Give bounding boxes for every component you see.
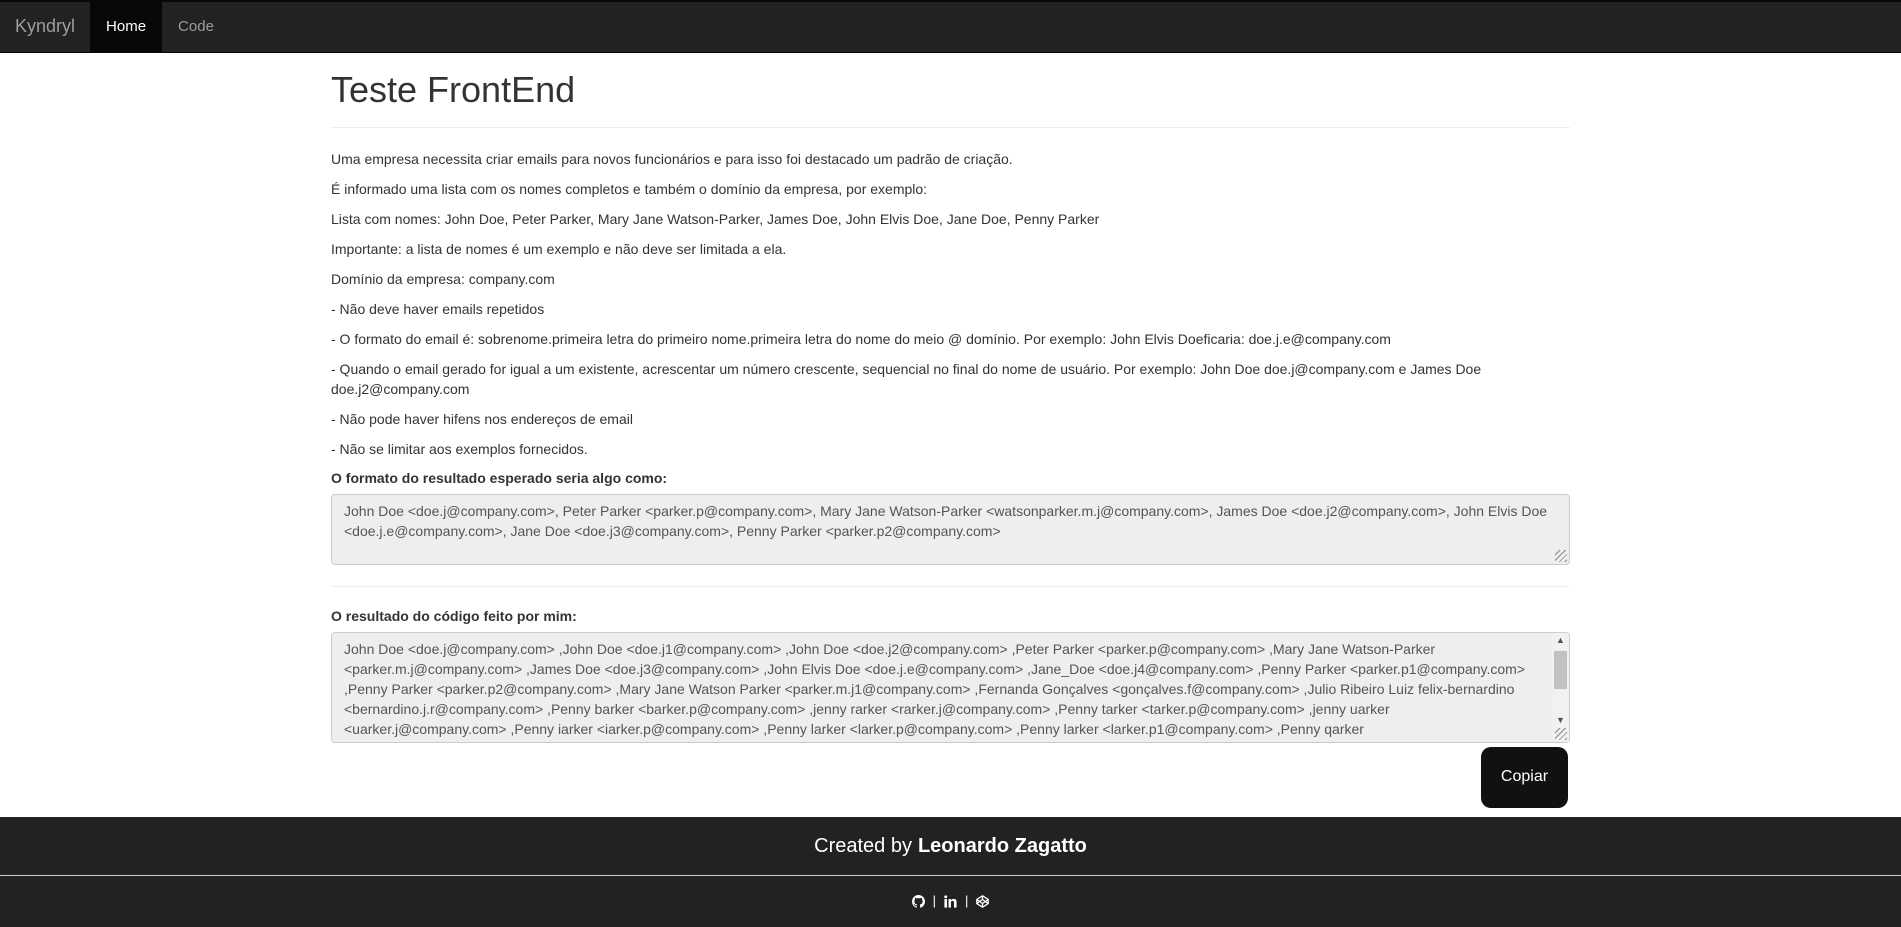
rule-paragraph: - Não pode haver hifens nos endereços de… xyxy=(331,410,633,427)
description-paragraph: É informado uma lista com os nomes compl… xyxy=(331,180,928,197)
scroll-up-icon[interactable]: ▲ xyxy=(1556,635,1565,645)
rule-paragraph: - Não se limitar aos exemplos fornecidos… xyxy=(331,440,588,457)
expected-result-textarea[interactable]: John Doe <doe.j@company.com>, Peter Park… xyxy=(331,493,1570,565)
nav-item-home[interactable]: Home xyxy=(90,2,163,52)
description-paragraph: Uma empresa necessita criar emails para … xyxy=(331,150,1013,167)
github-icon[interactable] xyxy=(911,894,925,908)
main-container: Teste FrontEnd Uma empresa necessita cri… xyxy=(331,53,1570,808)
author-name: Leonardo Zagatto xyxy=(917,834,1087,857)
rule-paragraph: - Não deve haver emails repetidos xyxy=(331,300,545,317)
my-result-text: John Doe <doe.j@company.com> ,John Doe <… xyxy=(344,640,1526,737)
my-result-label: O resultado do código feito por mim: xyxy=(331,607,577,624)
resize-handle[interactable] xyxy=(1555,727,1567,740)
footer-social-links: | | xyxy=(0,876,1901,926)
footer-credit: Created by Leonardo Zagatto xyxy=(0,817,1901,876)
footer-separator: | xyxy=(965,892,969,908)
rule-paragraph: - O formato do email é: sobrenome.primei… xyxy=(331,330,1391,347)
footer: Created by Leonardo Zagatto | | xyxy=(0,817,1901,927)
scroll-down-icon[interactable]: ▼ xyxy=(1556,715,1565,725)
navbar-brand[interactable]: Kyndryl xyxy=(0,2,90,52)
resize-handle[interactable] xyxy=(1555,549,1567,562)
created-by-text: Created by xyxy=(814,834,912,857)
copy-row: Copiar xyxy=(331,746,1570,808)
linkedin-icon[interactable] xyxy=(944,894,957,908)
rule-paragraph: - Quando o email gerado for igual a um e… xyxy=(331,360,1482,397)
expected-result-text: John Doe <doe.j@company.com>, Peter Park… xyxy=(344,502,1548,539)
textarea-scrollbar[interactable]: ▲ ▼ xyxy=(1552,632,1569,742)
expected-result-label: O formato do resultado esperado seria al… xyxy=(331,469,668,486)
page-title: Teste FrontEnd xyxy=(331,70,1570,128)
scroll-thumb[interactable] xyxy=(1554,650,1567,689)
copy-button[interactable]: Copiar xyxy=(1481,746,1568,808)
footer-separator: | xyxy=(932,892,936,908)
description-paragraph: Importante: a lista de nomes é um exempl… xyxy=(331,240,787,257)
description-paragraph: Lista com nomes: John Doe, Peter Parker,… xyxy=(331,210,1100,227)
nav-item-code[interactable]: Code xyxy=(162,2,230,52)
top-navbar: Kyndryl Home Code xyxy=(0,0,1901,53)
my-result-textarea[interactable]: John Doe <doe.j@company.com> ,John Doe <… xyxy=(331,631,1570,743)
divider xyxy=(331,585,1570,587)
codepen-icon[interactable] xyxy=(976,894,990,908)
description-paragraph: Domínio da empresa: company.com xyxy=(331,270,555,287)
